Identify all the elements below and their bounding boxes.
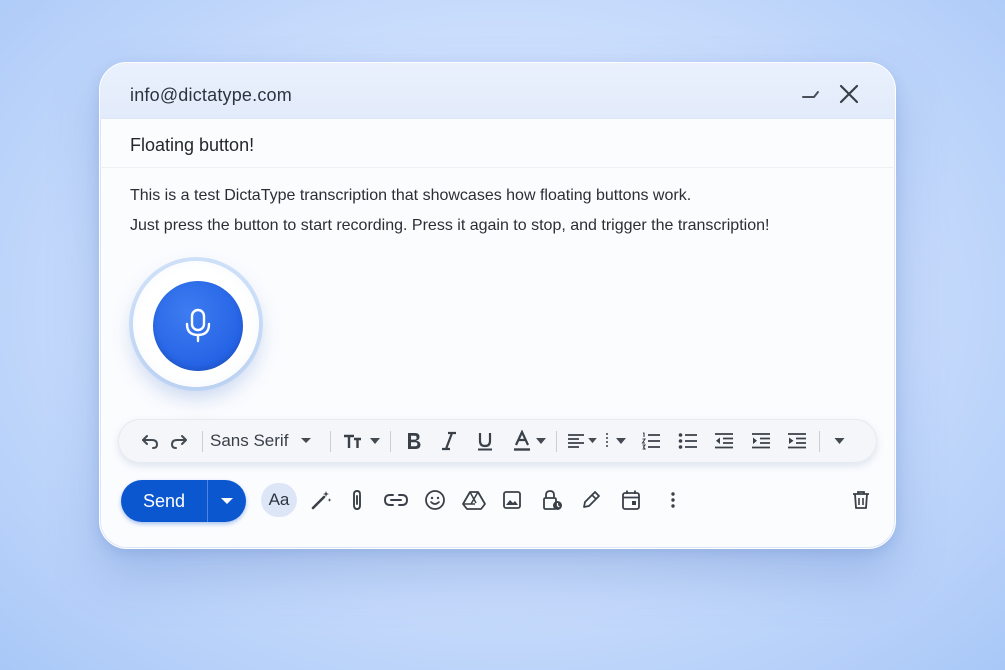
align-icon [568,434,584,448]
link-icon [384,494,408,506]
signature-button[interactable] [575,484,607,516]
minimize-button[interactable] [797,81,823,107]
insert-photo-button[interactable] [496,484,528,516]
font-size-icon [344,434,361,448]
indent-more-icon [752,433,770,449]
toolbar-separator [202,431,203,452]
dotted-divider-icon [605,433,608,449]
underline-button[interactable] [472,419,498,463]
more-formatting-icon [834,437,844,444]
body-line-1: This is a test DictaType transcription t… [130,187,692,204]
quote-icon [788,433,806,449]
indent-less-button[interactable] [711,419,737,463]
insert-link-button[interactable] [380,484,412,516]
formatting-toolbar: Sans Serif [118,419,877,463]
indent-less-icon [715,433,733,449]
align-button[interactable] [564,419,600,463]
delete-icon [853,491,869,509]
send-button-group: Send [121,480,246,522]
toolbar-separator [330,431,331,452]
confidential-icon [543,490,562,510]
message-body[interactable]: This is a test DictaType transcription t… [130,181,769,241]
schedule-icon [622,490,640,510]
schedule-send-button[interactable] [615,484,647,516]
ai-write-button[interactable] [305,484,337,516]
line-spacing-dropdown[interactable] [601,419,629,463]
signature-icon [583,491,600,508]
confidential-mode-button[interactable] [536,484,568,516]
more-options-button[interactable] [657,484,689,516]
compose-actions: Send Aa [100,479,895,527]
subject-text: Floating button! [130,135,255,155]
chevron-down-icon [615,437,626,444]
indent-more-button[interactable] [748,419,774,463]
emoji-icon [425,490,445,510]
from-address: info@dictatype.com [130,85,292,105]
send-button[interactable]: Send [121,480,207,522]
close-icon [839,84,859,104]
close-button[interactable] [836,81,862,107]
attach-icon [353,490,361,510]
floating-record-button[interactable] [133,261,259,387]
underline-icon [478,433,492,451]
body-line-2: Just press the button to start recording… [130,217,770,234]
redo-icon [170,435,187,449]
compose-window: info@dictatype.com Floating button! This… [99,62,896,549]
microphone-icon [185,308,211,343]
font-size-button[interactable] [338,419,384,463]
drive-icon [462,491,486,510]
ai-write-icon [311,491,332,510]
font-family-label: Sans Serif [210,431,289,450]
more-formatting-button[interactable] [828,419,850,463]
redo-button[interactable] [165,419,193,463]
text-color-button[interactable] [508,419,550,463]
undo-icon [142,435,159,449]
emoji-button[interactable] [419,484,451,516]
bulleted-list-button[interactable] [675,419,701,463]
font-family-dropdown[interactable]: Sans Serif [210,419,328,463]
photo-icon [503,491,521,509]
chevron-down-icon [370,437,380,444]
italic-icon [442,431,456,451]
send-options-button[interactable] [208,480,246,522]
numbered-list-icon [641,432,660,450]
italic-button[interactable] [436,419,462,463]
compose-titlebar: info@dictatype.com [100,63,895,119]
bulleted-list-icon [678,433,697,449]
subject-field[interactable]: Floating button! [100,119,895,168]
toolbar-separator [819,431,820,452]
formatting-toggle-button[interactable]: Aa [261,483,297,517]
attach-button[interactable] [341,484,373,516]
toolbar-separator [390,431,391,452]
toolbar-separator [556,431,557,452]
quote-button[interactable] [784,419,810,463]
discard-draft-button[interactable] [845,484,877,516]
numbered-list-button[interactable] [638,419,664,463]
chevron-down-icon [536,437,546,444]
more-options-icon [671,492,675,508]
chevron-down-icon [588,438,597,444]
drive-button[interactable] [458,484,490,516]
text-color-icon [514,430,530,451]
bold-icon [408,433,421,449]
minimize-icon [802,91,819,98]
undo-button[interactable] [136,419,164,463]
record-button[interactable] [153,281,243,371]
chevron-down-icon [301,438,312,443]
bold-button[interactable] [401,419,427,463]
chevron-down-icon [221,497,233,504]
